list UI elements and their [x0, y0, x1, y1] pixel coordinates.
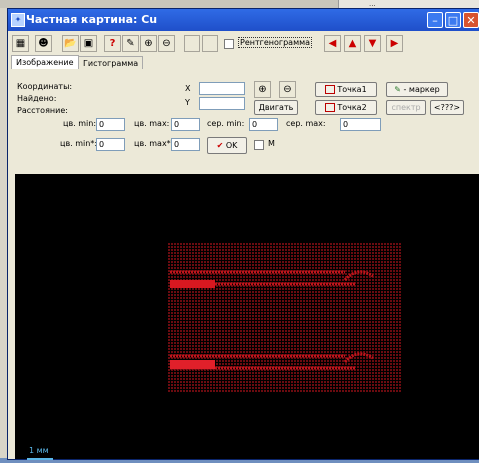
marker-label: - маркер	[403, 85, 440, 94]
person-icon[interactable]: ☻	[35, 35, 52, 52]
open-folder-icon[interactable]: 📂	[62, 35, 79, 52]
intensity-max-label: цв. max:	[134, 119, 170, 128]
tab-histogram[interactable]: Гистограмма	[78, 56, 144, 69]
point1-button[interactable]: Точка1	[315, 82, 377, 97]
intensity-min2-field[interactable]: 0	[96, 138, 125, 151]
toolbar: ▦ ☻ 📂 ▣ ? ✎ ⊕ ⊖ Рентгенограмма ◀ ▲ ▼ ▶	[8, 31, 479, 55]
zoom-in-icon[interactable]: ⊕	[140, 35, 157, 52]
x-label: X	[185, 84, 191, 93]
intensity-min-field[interactable]: 0	[96, 118, 125, 131]
image-canvas[interactable]: 1 мм	[15, 174, 479, 460]
empty-tool-button-2[interactable]	[202, 35, 218, 52]
element-map	[167, 242, 402, 392]
image-window: ✦ Частная картина: Cu – □ ✕ ▦ ☻ 📂 ▣ ? ✎ …	[7, 8, 479, 460]
avg-max-field[interactable]: 0	[340, 118, 381, 131]
tab-image[interactable]: Изображение	[11, 55, 79, 69]
scale-label: 1 мм	[29, 446, 49, 455]
query-button[interactable]: <???>	[430, 100, 464, 115]
zoom-in-point-icon[interactable]: ⊕	[254, 81, 271, 98]
grid-icon[interactable]: ▦	[12, 35, 29, 52]
marker-icon: ✎	[394, 85, 401, 94]
avg-min-label: сер. min:	[207, 119, 245, 128]
y-field[interactable]	[199, 97, 245, 110]
maximize-button[interactable]: □	[445, 12, 461, 28]
point2-label: Точка2	[337, 103, 367, 112]
avg-max-label: сер. max:	[286, 119, 326, 128]
point1-icon	[325, 85, 336, 94]
intensity-min-label: цв. min:	[63, 119, 97, 128]
avg-min-field[interactable]: 0	[249, 118, 278, 131]
arrow-left-icon[interactable]: ◀	[324, 35, 341, 52]
arrow-down-icon[interactable]: ▼	[364, 35, 381, 52]
intensity-max2-field[interactable]: 0	[171, 138, 200, 151]
marker-button[interactable]: ✎ - маркер	[386, 82, 448, 97]
coordinates-label: Координаты:	[17, 82, 73, 91]
minimize-button[interactable]: –	[427, 12, 443, 28]
intensity-min2-label: цв. min*:	[60, 139, 98, 148]
tab-strip: Изображение Гистограмма	[8, 55, 479, 69]
move-button[interactable]: Двигать	[254, 100, 298, 115]
window-title: Частная картина: Cu	[26, 13, 158, 26]
xray-label: Рентгенограмма	[238, 37, 313, 48]
intensity-max-field[interactable]: 0	[171, 118, 200, 131]
distance-label: Расстояние:	[17, 106, 68, 115]
point2-button[interactable]: Точка2	[315, 100, 377, 115]
intensity-max2-label: цв. max*:	[134, 139, 174, 148]
app-icon: ✦	[11, 13, 25, 27]
xray-checkbox[interactable]	[224, 39, 234, 49]
arrow-up-icon[interactable]: ▲	[344, 35, 361, 52]
zoom-out-point-icon[interactable]: ⊖	[279, 81, 296, 98]
help-label: ?	[109, 38, 116, 49]
zoom-out-icon[interactable]: ⊖	[158, 35, 175, 52]
ok-button[interactable]: ✔ OK	[207, 137, 247, 154]
close-button[interactable]: ✕	[463, 12, 479, 28]
upper-pad	[170, 280, 215, 288]
empty-tool-button-1[interactable]	[184, 35, 200, 52]
lower-pad	[170, 360, 215, 369]
point2-icon	[325, 103, 336, 112]
pencil-icon[interactable]: ✎	[122, 35, 139, 52]
found-label: Найдено:	[17, 94, 57, 103]
checkmark-icon: ✔	[216, 141, 224, 150]
help-icon[interactable]: ?	[104, 35, 121, 52]
m-checkbox[interactable]	[254, 140, 264, 150]
spectrum-button[interactable]: спектр	[386, 100, 426, 115]
ok-label: OK	[225, 141, 238, 150]
m-label: M	[268, 139, 275, 148]
title-bar[interactable]: ✦ Частная картина: Cu – □ ✕	[8, 9, 479, 31]
save-icon[interactable]: ▣	[80, 35, 97, 52]
scale-bar	[27, 458, 53, 460]
point1-label: Точка1	[337, 85, 367, 94]
arrow-right-icon[interactable]: ▶	[386, 35, 403, 52]
y-label: Y	[185, 98, 190, 107]
x-field[interactable]	[199, 82, 245, 95]
background-panel-text: ...	[369, 0, 376, 8]
